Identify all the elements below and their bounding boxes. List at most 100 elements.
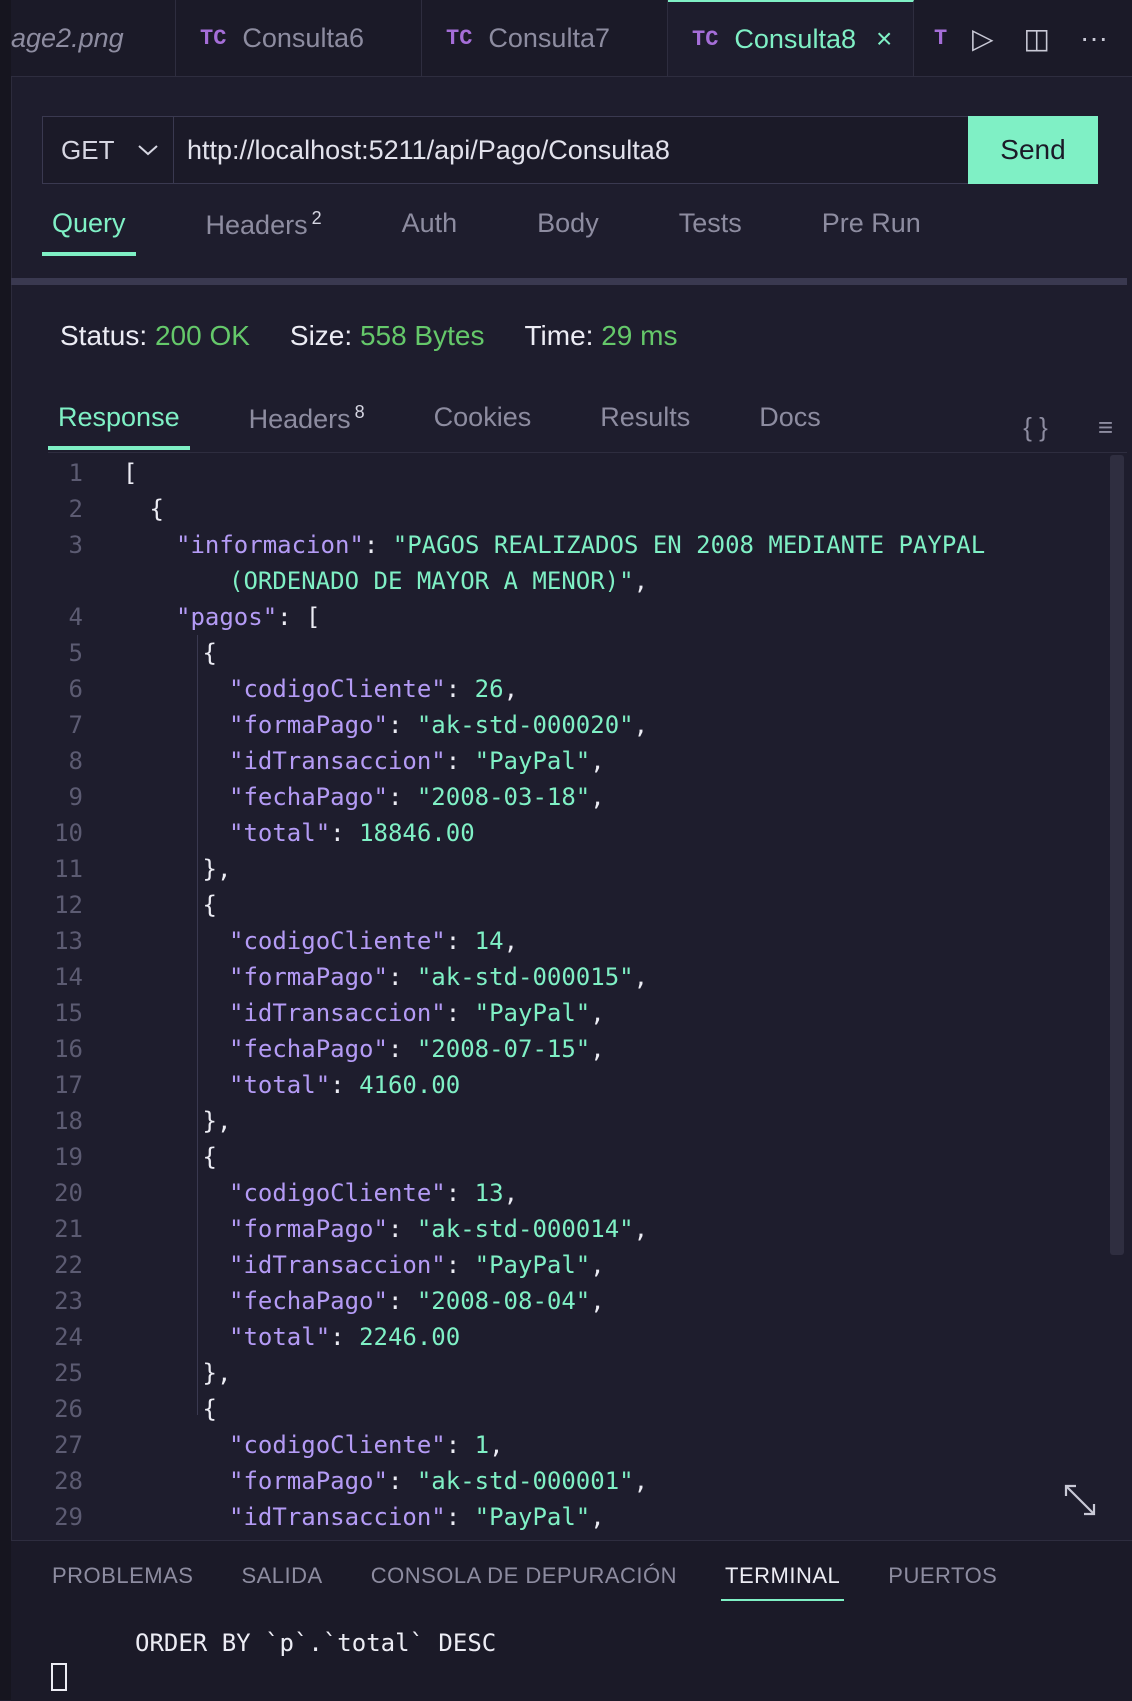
bottom-panel: PROBLEMAS SALIDA CONSOLA DE DEPURACIÓN TERM… bbox=[11, 1540, 1132, 1701]
code-text: "fechaPago": "2008-03-18", bbox=[229, 779, 605, 815]
tab-results[interactable]: Results bbox=[590, 402, 700, 452]
json-value: (ORDENADO DE MAYOR A MENOR)" bbox=[229, 567, 634, 595]
json-key: "idTransaccion" bbox=[229, 1503, 446, 1531]
code-text: "codigoCliente": 14, bbox=[229, 923, 518, 959]
editor-tab-bar: age2.png TC Consulta6 TC Consulta7 TC Co… bbox=[11, 0, 1132, 77]
json-punct: : bbox=[445, 927, 475, 955]
tab-consulta6[interactable]: TC Consulta6 bbox=[176, 0, 422, 76]
json-key: "idTransaccion" bbox=[229, 1251, 446, 1279]
panel-tab-puertos[interactable]: PUERTOS bbox=[888, 1563, 997, 1589]
json-punct: , bbox=[633, 567, 649, 595]
split-editor-icon[interactable]: ◫ bbox=[1024, 22, 1050, 55]
scrollbar[interactable] bbox=[1110, 455, 1124, 1255]
tab-tests[interactable]: Tests bbox=[669, 208, 752, 260]
tab-body[interactable]: Body bbox=[527, 208, 609, 260]
tab-consulta8[interactable]: TC Consulta8 × bbox=[668, 0, 914, 76]
code-line: 4 "pagos": [ bbox=[11, 599, 1111, 635]
tab-cookies[interactable]: Cookies bbox=[424, 402, 542, 452]
response-body[interactable]: 1[2{3 "informacion": "PAGOS REALIZADOS EN… bbox=[11, 455, 1111, 1535]
json-value: 26 bbox=[474, 675, 504, 703]
code-text: { bbox=[203, 1391, 217, 1427]
json-punct: : bbox=[363, 531, 393, 559]
tab-docs[interactable]: Docs bbox=[749, 402, 831, 452]
code-line: 29 "idTransaccion": "PayPal", bbox=[11, 1499, 1111, 1535]
send-button[interactable]: Send bbox=[968, 116, 1098, 184]
json-punct: , bbox=[590, 1251, 605, 1279]
time-item: Time: 29 ms bbox=[524, 320, 678, 351]
word-wrap-icon[interactable]: ≡ bbox=[1098, 412, 1113, 443]
panel-tab-problemas[interactable]: PROBLEMAS bbox=[52, 1563, 193, 1589]
code-line: 21 "formaPago": "ak-std-000014", bbox=[11, 1211, 1111, 1247]
method-select[interactable]: GET bbox=[43, 117, 174, 183]
json-punct: , bbox=[590, 1035, 605, 1063]
line-number: 7 bbox=[68, 711, 83, 739]
code-line: 3 "informacion": "PAGOS REALIZADOS EN 200… bbox=[11, 527, 1111, 563]
json-value: 2246.00 bbox=[359, 1323, 461, 1351]
json-key: "informacion" bbox=[176, 531, 364, 559]
json-punct: : bbox=[387, 783, 417, 811]
json-value: "ak-std-000015" bbox=[416, 963, 634, 991]
code-line: 23 "fechaPago": "2008-08-04", bbox=[11, 1283, 1111, 1319]
line-number: 6 bbox=[68, 675, 83, 703]
tab-image[interactable]: age2.png bbox=[11, 0, 176, 76]
expand-icon[interactable] bbox=[1060, 1480, 1100, 1529]
json-punct: , bbox=[590, 783, 605, 811]
time-value: 29 ms bbox=[601, 320, 678, 351]
code-text: "formaPago": "ak-std-000001", bbox=[229, 1463, 648, 1499]
line-number: 23 bbox=[54, 1287, 83, 1315]
json-punct: { bbox=[202, 1395, 217, 1423]
json-value: "PayPal" bbox=[474, 999, 591, 1027]
close-icon[interactable]: × bbox=[876, 23, 892, 55]
pane-splitter[interactable] bbox=[11, 278, 1127, 285]
code-text: [ bbox=[123, 455, 137, 491]
json-punct: , bbox=[590, 1287, 605, 1315]
tab-query[interactable]: Query bbox=[42, 208, 136, 260]
tab-consulta7[interactable]: TC Consulta7 bbox=[422, 0, 668, 76]
json-value: "2008-08-04" bbox=[416, 1287, 591, 1315]
code-line: 12 { bbox=[11, 887, 1111, 923]
code-text: "idTransaccion": "PayPal", bbox=[229, 1247, 605, 1283]
more-actions-icon[interactable]: ··· bbox=[1080, 22, 1108, 54]
tab-label: Cookies bbox=[433, 402, 532, 432]
code-line: 9 "fechaPago": "2008-03-18", bbox=[11, 779, 1111, 815]
json-value: "2008-07-15" bbox=[416, 1035, 591, 1063]
tab-response[interactable]: Response bbox=[48, 402, 190, 452]
line-number: 25 bbox=[54, 1359, 83, 1387]
panel-tab-terminal[interactable]: TERMINAL bbox=[721, 1563, 845, 1601]
code-line: 13 "codigoCliente": 14, bbox=[11, 923, 1111, 959]
code-line: 15 "idTransaccion": "PayPal", bbox=[11, 995, 1111, 1031]
json-punct: { bbox=[149, 495, 164, 523]
json-punct: : bbox=[387, 1287, 417, 1315]
line-number: 5 bbox=[68, 639, 83, 667]
tab-overflow[interactable]: T bbox=[914, 0, 960, 76]
run-icon[interactable]: ▷ bbox=[972, 22, 994, 55]
json-key: "codigoCliente" bbox=[229, 1179, 446, 1207]
panel-tab-salida[interactable]: SALIDA bbox=[241, 1563, 322, 1589]
tab-response-headers[interactable]: Headers 8 bbox=[239, 402, 375, 452]
tab-pre-run[interactable]: Pre Run bbox=[812, 208, 931, 260]
url-input[interactable]: http://localhost:5211/api/Pago/Consulta8 bbox=[174, 117, 968, 183]
tab-headers[interactable]: Headers 2 bbox=[196, 208, 332, 260]
code-line: 17 "total": 4160.00 bbox=[11, 1067, 1111, 1103]
json-punct: , bbox=[590, 1503, 605, 1531]
code-text: "pagos": [ bbox=[176, 599, 321, 635]
json-value: 18846.00 bbox=[359, 819, 475, 847]
json-key: "pagos" bbox=[176, 603, 278, 631]
code-line: 8 "idTransaccion": "PayPal", bbox=[11, 743, 1111, 779]
code-line: 22 "idTransaccion": "PayPal", bbox=[11, 1247, 1111, 1283]
code-line: 6 "codigoCliente": 26, bbox=[11, 671, 1111, 707]
response-actions: { } ≡ bbox=[1023, 402, 1113, 452]
json-value: 14 bbox=[474, 927, 504, 955]
braces-icon[interactable]: { } bbox=[1023, 412, 1048, 443]
response-tabs: Response Headers 8 Cookies Results Docs {… bbox=[48, 402, 1127, 453]
code-line: (ORDENADO DE MAYOR A MENOR)", bbox=[11, 563, 1111, 599]
code-line: 1[ bbox=[11, 455, 1111, 491]
json-punct: , bbox=[590, 747, 605, 775]
thunder-client-icon: TC bbox=[692, 26, 719, 52]
json-key: "formaPago" bbox=[229, 1215, 388, 1243]
code-text: "total": 18846.00 bbox=[229, 815, 475, 851]
json-value: "ak-std-000020" bbox=[416, 711, 634, 739]
code-text: "idTransaccion": "PayPal", bbox=[229, 743, 605, 779]
tab-auth[interactable]: Auth bbox=[392, 208, 468, 260]
panel-tab-consola-de-depuraci-n[interactable]: CONSOLA DE DEPURACIÓN bbox=[371, 1563, 677, 1589]
